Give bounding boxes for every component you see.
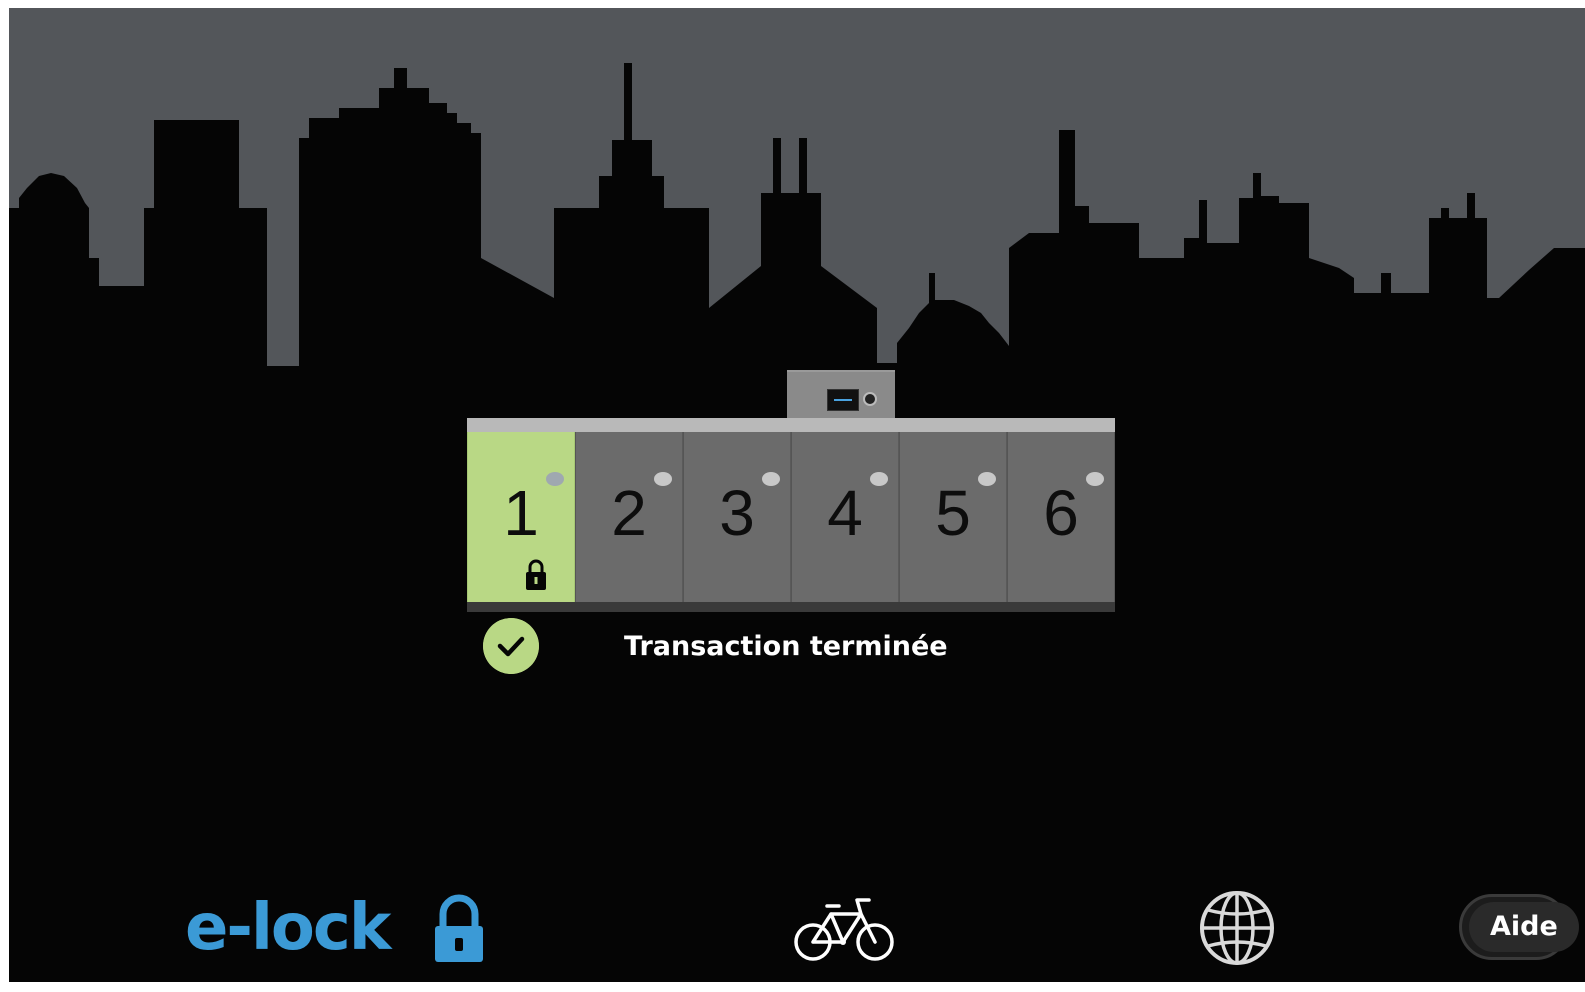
check-icon (483, 618, 539, 674)
card-reader-icon (863, 392, 877, 406)
help-label: Aide (1469, 902, 1579, 952)
locker-door-6[interactable]: 6 (1007, 432, 1115, 602)
door-indicator-light (870, 472, 888, 486)
door-indicator-light (654, 472, 672, 486)
door-indicator-light (978, 472, 996, 486)
lock-icon (526, 559, 546, 590)
kiosk-screen: 1 2 3 4 5 6 Transaction terminée e-lock … (9, 8, 1585, 982)
locker-door-3[interactable]: 3 (683, 432, 791, 602)
bicycle-icon[interactable] (793, 892, 897, 964)
locker-door-number: 1 (503, 477, 539, 549)
globe-icon[interactable] (1199, 890, 1275, 966)
locker-base (467, 602, 1115, 612)
locker-doors: 1 2 3 4 5 6 (467, 432, 1115, 602)
locker-door-1[interactable]: 1 (467, 432, 575, 602)
locker-unit: 1 2 3 4 5 6 (467, 370, 1115, 612)
locker-door-number: 2 (611, 477, 647, 549)
locker-door-number: 6 (1043, 477, 1079, 549)
locker-door-number: 4 (827, 477, 863, 549)
locker-door-2[interactable]: 2 (575, 432, 683, 602)
transaction-status: Transaction terminée (483, 618, 1083, 678)
locker-door-5[interactable]: 5 (899, 432, 1007, 602)
status-message: Transaction terminée (624, 631, 948, 662)
locker-control-terminal (787, 370, 895, 420)
padlock-logo-icon (435, 894, 483, 962)
door-indicator-light (546, 472, 564, 486)
door-indicator-light (762, 472, 780, 486)
locker-door-number: 3 (719, 477, 755, 549)
help-button[interactable]: Aide (1459, 894, 1579, 960)
e-lock-logo: e-lock (185, 888, 495, 968)
locker-door-4[interactable]: 4 (791, 432, 899, 602)
logo-text: e-lock (185, 891, 391, 965)
terminal-screen (827, 389, 859, 411)
door-indicator-light (1086, 472, 1104, 486)
locker-door-number: 5 (935, 477, 971, 549)
